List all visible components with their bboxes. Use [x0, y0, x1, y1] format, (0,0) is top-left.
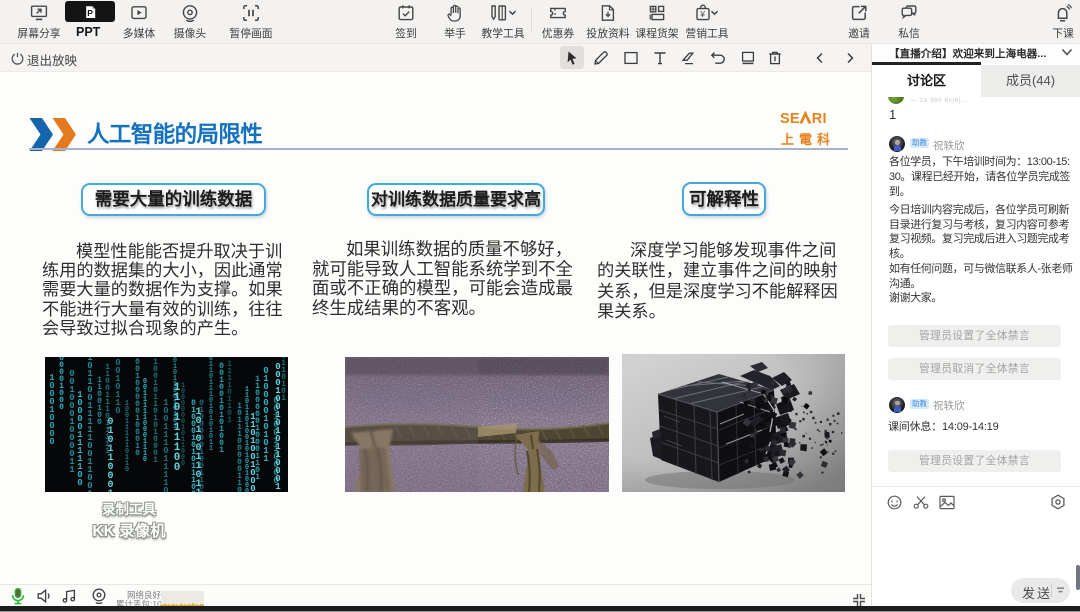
svg-text:¥: ¥	[699, 9, 705, 19]
svg-text:RI: RI	[812, 111, 827, 126]
svg-text:SE: SE	[780, 111, 800, 126]
svg-text:P: P	[87, 8, 93, 18]
